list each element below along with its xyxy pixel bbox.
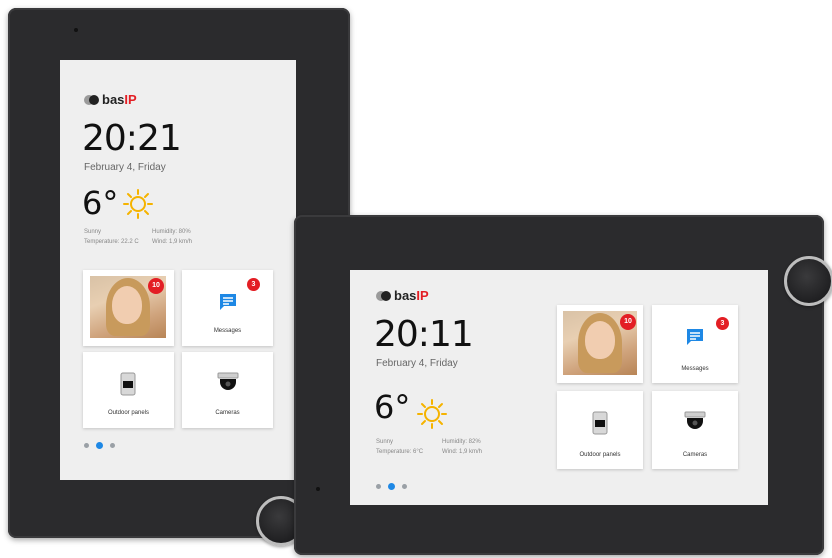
weather-wind: Wind: 1,9 km/h [442,448,483,455]
weather-humidity: Humidity: 80% [152,229,191,235]
intercom-tile[interactable]: 10 [83,270,174,346]
messages-label: Messages [681,366,709,372]
weather-temperature: Temperature: 22.2 C [84,238,139,245]
missed-calls-badge: 10 [620,314,636,330]
landscape-screen: bas IP 20:11 February 4, Friday 6° Sunny H… [350,270,768,505]
messages-tile[interactable]: 3 Messages [652,305,738,383]
page-dot[interactable] [110,443,115,448]
portrait-screen: bas IP 20:21 February 4, Friday 6° Sunny H… [60,60,296,480]
brand-name: bas [394,288,417,303]
brand-suffix: IP [416,288,429,303]
clock-date: February 4, Friday [84,162,166,173]
camera-lens [316,487,320,491]
outdoor-panels-tile[interactable]: Outdoor panels [557,391,643,469]
cameras-tile[interactable]: Cameras [182,352,273,428]
messages-label: Messages [213,328,242,334]
weather-details: Sunny Humidity: 82% Temperature: 6°C Wind:… [376,438,576,457]
message-icon [687,329,703,345]
messages-badge: 3 [716,317,729,330]
temperature: 6° [374,388,411,426]
clock-time: 20:11 [374,314,474,355]
weather-details: Sunny Humidity: 80% Temperature: 22.2 C Wi… [84,228,284,247]
messages-badge: 3 [247,278,260,291]
page-dot-active[interactable] [96,442,103,449]
temperature: 6° [82,184,119,222]
brand-logo: bas IP [376,288,429,303]
page-indicator[interactable] [84,442,115,449]
weather-condition: Sunny [84,229,102,235]
cameras-label: Cameras [682,452,708,458]
weather-wind: Wind: 1,9 km/h [152,238,193,245]
clock-time: 20:21 [82,118,182,159]
missed-calls-badge: 10 [148,278,164,294]
weather-condition: Sunny [376,439,394,445]
page-dot[interactable] [402,484,407,489]
logo-mark-icon [84,94,100,105]
outdoor-panel-icon [592,411,608,435]
cameras-label: Cameras [215,410,240,416]
message-icon [220,294,236,310]
camera-icon [217,372,239,390]
page-indicator[interactable] [376,483,407,490]
brand-name: bas [102,92,125,107]
landscape-monitor: bas IP 20:11 February 4, Friday 6° Sunny H… [294,215,824,555]
landscape-control-knob[interactable] [784,256,832,306]
camera-icon [684,411,706,429]
intercom-tile[interactable]: 10 [557,305,643,383]
outdoor-panels-label: Outdoor panels [579,452,621,458]
sun-icon [417,399,447,429]
page-dot[interactable] [84,443,89,448]
weather-humidity: Humidity: 82% [442,439,481,445]
page-dot-active[interactable] [388,483,395,490]
outdoor-panels-label: Outdoor panels [107,410,150,416]
outdoor-panels-tile[interactable]: Outdoor panels [83,352,174,428]
page-dot[interactable] [376,484,381,489]
cameras-tile[interactable]: Cameras [652,391,738,469]
outdoor-panel-icon [120,372,136,396]
brand-logo: bas IP [84,92,137,107]
camera-lens [74,28,78,32]
weather-temperature: Temperature: 6°C [376,448,424,455]
logo-mark-icon [376,290,392,301]
messages-tile[interactable]: 3 Messages [182,270,273,346]
brand-suffix: IP [124,92,137,107]
sun-icon [123,189,153,219]
clock-date: February 4, Friday [376,358,458,369]
